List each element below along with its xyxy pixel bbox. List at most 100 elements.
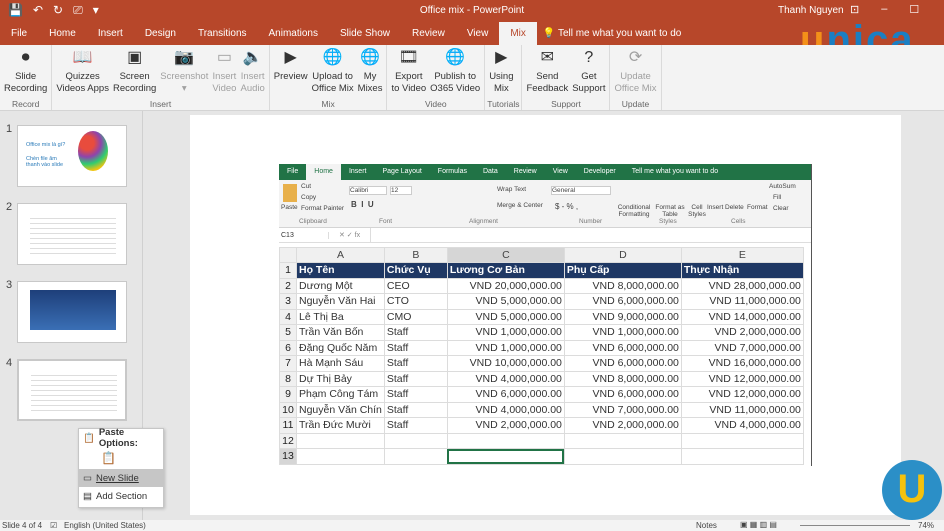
excel-tab-data[interactable]: Data [475, 164, 506, 180]
update-office-mix-button[interactable]: ⟳ Update Office Mix [612, 45, 658, 99]
cell[interactable] [563, 448, 682, 465]
cell[interactable]: Lê Thị Ba [296, 308, 385, 325]
format-painter-button[interactable]: Format Painter [301, 205, 344, 212]
cell[interactable]: VND 4,000,000.00 [446, 370, 565, 387]
slide-thumbnail-3[interactable] [17, 281, 127, 343]
header-cell[interactable]: Lương Cơ Bản [446, 262, 565, 279]
excel-tab-file[interactable]: File [279, 164, 306, 180]
spellcheck-icon[interactable]: ☑ [50, 521, 57, 530]
row-header[interactable]: 10 [279, 401, 297, 418]
cell[interactable]: VND 1,000,000.00 [446, 339, 565, 356]
cell[interactable]: VND 9,000,000.00 [563, 308, 682, 325]
cut-button[interactable]: Cut [301, 183, 311, 190]
cell[interactable]: VND 16,000,000.00 [680, 355, 804, 372]
cell[interactable]: CEO [383, 277, 448, 294]
cell[interactable]: VND 6,000,000.00 [563, 293, 682, 310]
insert-audio-button[interactable]: 🔈 Insert Audio [238, 45, 266, 99]
excel-tab-review[interactable]: Review [506, 164, 545, 180]
screen-recording-button[interactable]: ▣ Screen Recording [111, 45, 158, 99]
zoom-slider[interactable] [800, 525, 910, 526]
spreadsheet-grid[interactable]: A B C D E 1 Họ Tên Chức Vụ Lương Cơ Bản Phụ Cấp Th… [279, 247, 804, 465]
cell[interactable] [383, 432, 448, 449]
cell[interactable]: Staff [383, 370, 448, 387]
cell[interactable]: VND 6,000,000.00 [563, 339, 682, 356]
row-header[interactable]: 7 [279, 355, 297, 372]
cell[interactable] [446, 432, 565, 449]
cell[interactable]: Dự Thị Bảy [296, 370, 385, 387]
cell[interactable]: Staff [383, 417, 448, 434]
excel-tab-home[interactable]: Home [306, 164, 341, 180]
excel-tab-view[interactable]: View [545, 164, 576, 180]
preview--button[interactable]: ▶ Preview [272, 45, 310, 99]
excel-tell-me[interactable]: Tell me what you want to do [624, 164, 726, 180]
cell[interactable]: VND 6,000,000.00 [446, 386, 565, 403]
quizzes-videos-apps-button[interactable]: 📖 Quizzes Videos Apps [54, 45, 111, 99]
tab-transitions[interactable]: Transitions [187, 22, 258, 45]
cell[interactable] [383, 448, 448, 465]
clear-button[interactable]: Clear [773, 205, 789, 212]
cell[interactable]: Hà Mạnh Sáu [296, 355, 385, 372]
cell[interactable]: VND 4,000,000.00 [680, 417, 804, 434]
column-header-C[interactable]: C [446, 247, 565, 263]
cell[interactable]: Nguyễn Văn Chín [296, 401, 385, 418]
cell[interactable]: VND 12,000,000.00 [680, 386, 804, 403]
cell[interactable]: VND 7,000,000.00 [680, 339, 804, 356]
cell[interactable]: Đặng Quốc Năm [296, 339, 385, 356]
restore-icon[interactable]: ⊡ [850, 3, 859, 16]
cell[interactable]: Staff [383, 339, 448, 356]
number-format-select[interactable]: General [551, 186, 611, 195]
tab-slide-show[interactable]: Slide Show [329, 22, 401, 45]
using-mix-button[interactable]: ▶ Using Mix [487, 45, 515, 99]
cell[interactable]: VND 20,000,000.00 [446, 277, 565, 294]
slide-thumbnail-1[interactable]: Office mix là gì? Chèn file âm thanh vào … [17, 125, 127, 187]
select-all-corner[interactable] [279, 247, 297, 263]
cell[interactable]: Trần Đức Mười [296, 417, 385, 434]
tab-insert[interactable]: Insert [87, 22, 134, 45]
excel-tab-developer[interactable]: Developer [576, 164, 624, 180]
paste-keep-text-option[interactable]: 📋 [79, 447, 163, 469]
cell[interactable]: VND 11,000,000.00 [680, 293, 804, 310]
new-slide-menu-item[interactable]: ▭ New Slide [79, 469, 163, 487]
wrap-text-button[interactable]: Wrap Text [497, 186, 526, 193]
row-header[interactable]: 6 [279, 339, 297, 356]
row-header[interactable]: 1 [279, 262, 297, 279]
cell[interactable]: VND 2,000,000.00 [446, 417, 565, 434]
cell[interactable] [296, 448, 385, 465]
zoom-level[interactable]: 74% [918, 521, 934, 530]
cell[interactable]: VND 4,000,000.00 [446, 401, 565, 418]
add-section-menu-item[interactable]: ▤ Add Section [79, 487, 163, 505]
fill-button[interactable]: Fill [773, 194, 781, 201]
row-header[interactable]: 3 [279, 293, 297, 310]
minimize-icon[interactable]: – [881, 3, 887, 16]
cell[interactable]: VND 14,000,000.00 [680, 308, 804, 325]
cell[interactable]: VND 10,000,000.00 [446, 355, 565, 372]
column-header-D[interactable]: D [563, 247, 682, 263]
maximize-icon[interactable]: ☐ [909, 3, 919, 16]
cell[interactable]: VND 7,000,000.00 [563, 401, 682, 418]
delete-cells-button[interactable]: Delete [725, 204, 744, 211]
export-to-video-button[interactable]: 🎞 Export to Video [389, 45, 428, 99]
format-as-table-button[interactable]: Format as Table [655, 204, 685, 218]
font-select[interactable]: Calibri [349, 186, 387, 195]
name-box[interactable]: C13 [279, 231, 329, 239]
view-buttons[interactable]: ▣ ▦ ▥ ▤ [740, 520, 777, 529]
row-header[interactable]: 9 [279, 386, 297, 403]
tab-view[interactable]: View [456, 22, 500, 45]
excel-tab-insert[interactable]: Insert [341, 164, 375, 180]
cell[interactable] [296, 432, 385, 449]
cell[interactable] [446, 448, 565, 465]
excel-tab-page-layout[interactable]: Page Layout [374, 164, 429, 180]
user-name[interactable]: Thanh Nguyen [778, 5, 844, 16]
publish-to-o365-video-button[interactable]: 🌐 Publish to O365 Video [428, 45, 482, 99]
slide-thumbnail-4[interactable] [17, 359, 127, 421]
font-size-select[interactable]: 12 [390, 186, 412, 195]
row-header[interactable]: 2 [279, 277, 297, 294]
tab-review[interactable]: Review [401, 22, 456, 45]
cell[interactable]: Dương Một [296, 277, 385, 294]
my-mixes-button[interactable]: 🌐 My Mixes [356, 45, 385, 99]
header-cell[interactable]: Họ Tên [296, 262, 385, 279]
cell[interactable]: Nguyễn Văn Hai [296, 293, 385, 310]
merge-center-button[interactable]: Merge & Center [497, 202, 543, 209]
row-header[interactable]: 4 [279, 308, 297, 325]
cell[interactable]: VND 11,000,000.00 [680, 401, 804, 418]
